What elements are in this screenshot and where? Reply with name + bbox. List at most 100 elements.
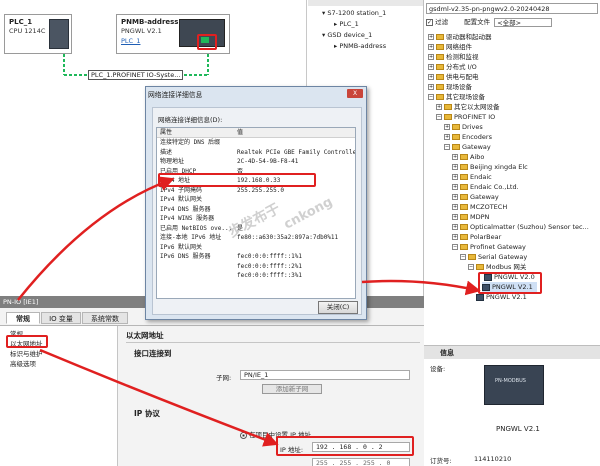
tree-item-label: PNMB-address xyxy=(339,42,387,50)
catalog-item[interactable]: − 其它现场设备 xyxy=(428,92,485,102)
catalog-item[interactable]: + 其它以太网设备 xyxy=(436,102,500,112)
profile-label: 配置文件 xyxy=(464,18,491,26)
dialog-title: 网络连接详细信息 xyxy=(148,91,203,99)
catalog-item[interactable]: + Aibo xyxy=(452,152,484,162)
collapse-icon[interactable]: − xyxy=(460,254,466,260)
device-image-label: PN-MODBUS xyxy=(495,378,526,384)
expand-icon[interactable]: + xyxy=(452,164,458,170)
expand-icon[interactable]: + xyxy=(428,64,434,70)
catalog-item[interactable]: + Encoders xyxy=(444,132,492,142)
nav-identification[interactable]: 标识与维护 xyxy=(10,348,43,358)
catalog-item[interactable]: − Gateway xyxy=(444,142,491,152)
info-order-value: 114110210 xyxy=(474,455,512,463)
tree-item[interactable]: ▾ S7-1200 station_1 xyxy=(322,8,386,19)
section-ip-title: IP 协议 xyxy=(134,409,160,418)
tab-io-tags[interactable]: IO 变量 xyxy=(41,312,81,324)
collapse-icon[interactable]: − xyxy=(452,244,458,250)
catalog-item[interactable]: + 现场设备 xyxy=(428,82,472,92)
folder-icon xyxy=(436,94,444,100)
selected-device-highlight xyxy=(478,272,542,294)
profinet-network-label[interactable]: PLC_1.PROFINET IO-Syste... xyxy=(88,70,184,80)
tree-item[interactable]: ▸ PNMB-address xyxy=(334,41,386,52)
collapse-icon[interactable]: − xyxy=(436,114,442,120)
dialog-close-action-button[interactable]: 关闭(C) xyxy=(318,301,358,314)
collapse-icon[interactable]: − xyxy=(468,264,474,270)
table-row[interactable]: 物理地址 2C-4D-54-9B-F8-41 xyxy=(157,157,355,167)
tab-general[interactable]: 常规 xyxy=(6,312,40,324)
profile-select[interactable]: <全部> xyxy=(494,17,553,27)
expand-icon[interactable]: + xyxy=(452,204,458,210)
expand-icon[interactable]: + xyxy=(428,44,434,50)
info-header: 信息 xyxy=(424,345,600,359)
table-row[interactable]: 连接特定的 DNS 后缀 xyxy=(157,138,355,148)
subnet-select[interactable]: PN/IE_1 xyxy=(240,370,410,380)
dialog-close-button[interactable]: X xyxy=(347,89,363,98)
table-row[interactable]: fec0:0:0:ffff::3%1 xyxy=(157,271,355,281)
expand-icon[interactable]: + xyxy=(452,194,458,200)
table-row[interactable]: fec0:0:0:ffff::2%1 xyxy=(157,262,355,272)
catalog-item[interactable]: + Drives xyxy=(444,122,483,132)
catalog-item[interactable]: + Beijing xingda Elc xyxy=(452,162,528,172)
catalog-item[interactable]: + Opticalmatter (Suzhou) Sensor tec... xyxy=(452,222,589,232)
table-row[interactable]: IPv6 DNS 服务器 fec0:0:0:ffff::1%1 xyxy=(157,252,355,262)
tab-system-constants[interactable]: 系统常数 xyxy=(82,312,128,324)
catalog-item[interactable]: + Endaic Co.,Ltd. xyxy=(452,182,519,192)
expand-icon[interactable]: + xyxy=(452,224,458,230)
tree-item[interactable]: ▸ PLC_1 xyxy=(334,19,359,30)
catalog-item[interactable]: + 网络组件 xyxy=(428,42,472,52)
expand-icon[interactable]: + xyxy=(428,54,434,60)
expand-icon[interactable]: + xyxy=(444,134,450,140)
expand-icon[interactable]: + xyxy=(452,184,458,190)
catalog-item[interactable]: − PROFINET IO xyxy=(436,112,495,122)
table-header: 属性 值 xyxy=(157,128,355,138)
subnet-mask-field[interactable]: 255 . 255 . 255 . 0 xyxy=(312,458,410,466)
folder-icon xyxy=(460,154,468,160)
catalog-item[interactable]: − Profinet Gateway xyxy=(452,242,526,252)
expand-icon[interactable]: + xyxy=(444,124,450,130)
expand-icon[interactable]: + xyxy=(428,84,434,90)
catalog-item[interactable]: + 供电与配电 xyxy=(428,72,479,82)
tree-item-label: S7-1200 station_1 xyxy=(327,9,387,17)
catalog-item[interactable]: − Serial Gateway xyxy=(460,252,527,262)
catalog-item[interactable]: + 分布式 I/O xyxy=(428,62,477,72)
port-highlight xyxy=(197,34,217,50)
catalog-item[interactable]: + MCZOTECH xyxy=(452,202,507,212)
table-row[interactable]: 描述 Realtek PCIe GBE Family Controlle xyxy=(157,148,355,158)
catalog-item[interactable]: − Modbus 网关 xyxy=(468,262,526,272)
catalog-item[interactable]: + Gateway xyxy=(452,192,499,202)
mask-octet-3: 255 xyxy=(363,459,375,466)
properties-panel: 常规 IO 变量 系统常数 常规 以太网地址 标识与维护 高级选项 以太网地址 … xyxy=(0,308,424,466)
catalog-item[interactable]: + PolarBear xyxy=(452,232,501,242)
folder-icon xyxy=(452,124,460,130)
subnet-label: 子网: xyxy=(216,374,232,382)
tree-item-label: PLC_1 xyxy=(339,20,359,28)
expand-icon[interactable]: + xyxy=(428,34,434,40)
expand-icon[interactable]: + xyxy=(452,214,458,220)
catalog-item[interactable]: + 检测和监视 xyxy=(428,52,479,62)
catalog-item[interactable]: + 驱动器和起动器 xyxy=(428,32,492,42)
expand-icon[interactable]: + xyxy=(436,104,442,110)
catalog-search-input[interactable]: gsdml-v2.35-pn-pngwv2.0-20240428 xyxy=(426,3,598,14)
folder-icon xyxy=(460,214,468,220)
folder-icon xyxy=(452,134,460,140)
mask-octet-1: 255 xyxy=(316,459,328,466)
expand-icon[interactable]: + xyxy=(452,154,458,160)
tree-item[interactable]: ▾ GSD device_1 xyxy=(322,30,372,41)
info-panel: 设备: PN-MODBUS PNGWL V2.1 订货号: 114110210 xyxy=(424,359,600,466)
collapse-icon[interactable]: − xyxy=(444,144,450,150)
expand-icon[interactable]: + xyxy=(452,234,458,240)
folder-icon xyxy=(452,144,460,150)
add-subnet-button[interactable]: 添加新子网 xyxy=(262,384,322,394)
folder-icon xyxy=(460,234,468,240)
catalog-item[interactable]: + Endaic xyxy=(452,172,492,182)
catalog-item[interactable]: + MDPN xyxy=(452,212,489,222)
network-view: PLC_1 CPU 1214C PNMB-address PNGWL V2.1 … xyxy=(0,0,307,96)
filter-checkbox[interactable]: ✓ xyxy=(426,18,433,26)
expand-icon[interactable]: + xyxy=(428,74,434,80)
expand-icon[interactable]: + xyxy=(452,174,458,180)
table-row[interactable]: IPv6 默认网关 xyxy=(157,243,355,253)
collapse-icon[interactable]: − xyxy=(428,94,434,100)
table-row[interactable]: 连接-本地 IPv6 地址 fe80::a630:35a2:897a:7db0%1… xyxy=(157,233,355,243)
section-interface-title: 接口连接到 xyxy=(134,349,172,358)
nav-advanced[interactable]: 高级选项 xyxy=(10,358,36,368)
